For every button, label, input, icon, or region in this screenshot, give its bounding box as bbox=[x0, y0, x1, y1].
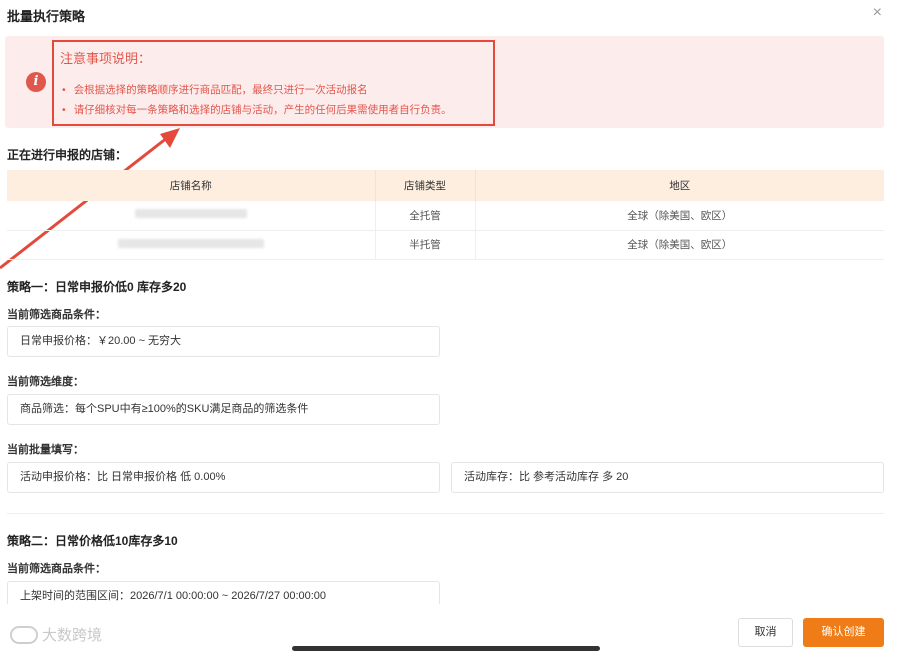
info-icon: i bbox=[26, 72, 46, 92]
shops-section-title: 正在进行申报的店铺： bbox=[7, 148, 128, 162]
redacted-shop-name bbox=[117, 238, 264, 248]
divider bbox=[7, 513, 884, 514]
strategy2-title: 策略二：日常价格低10库存多10 bbox=[7, 534, 178, 548]
close-icon[interactable]: × bbox=[873, 4, 882, 22]
shop-table: 店铺名称 店铺类型 地区 全托管 全球（除美国、欧区） 半托管 全球（除美国、欧… bbox=[7, 170, 884, 260]
notice-item: 请仔细核对每一条策略和选择的店铺与活动，产生的任何后果需使用者自行负责。 bbox=[62, 100, 452, 120]
strategy1-title: 策略一：日常申报价低0 库存多20 bbox=[7, 280, 187, 294]
batch-strategy-modal: 批量执行策略 × i 注意事项说明： 会根据选择的策略顺序进行商品匹配，最终只进… bbox=[0, 0, 900, 651]
strategy1-batch-label: 当前批量填写： bbox=[7, 444, 84, 456]
redacted-shop-name bbox=[134, 209, 247, 219]
notice-title: 注意事项说明： bbox=[60, 51, 152, 66]
table-row: 半托管 全球（除美国、欧区） bbox=[7, 230, 884, 260]
shop-name-cell bbox=[7, 201, 376, 231]
strategy1-condition-label: 当前筛选商品条件： bbox=[7, 309, 106, 321]
region-cell: 全球（除美国、欧区） bbox=[475, 201, 884, 231]
column-header-shop-type: 店铺类型 bbox=[375, 170, 476, 201]
table-row: 全托管 全球（除美国、欧区） bbox=[7, 201, 884, 231]
watermark-logo-icon bbox=[10, 625, 38, 644]
shop-type-cell: 全托管 bbox=[375, 201, 476, 231]
confirm-create-button[interactable]: 确认创建 bbox=[803, 618, 884, 647]
shop-type-cell: 半托管 bbox=[375, 230, 476, 260]
strategy1-condition-field: 日常申报价格：￥20.00 ~ 无穷大 bbox=[7, 326, 440, 357]
strategy1-batch-stock-field: 活动库存：比 参考活动库存 多 20 bbox=[451, 462, 884, 493]
shop-name-cell bbox=[7, 230, 376, 260]
strategy1-batch-price-field: 活动申报价格：比 日常申报价格 低 0.00% bbox=[7, 462, 440, 493]
notice-list: 会根据选择的策略顺序进行商品匹配，最终只进行一次活动报名 请仔细核对每一条策略和… bbox=[62, 80, 452, 120]
notice-item: 会根据选择的策略顺序进行商品匹配，最终只进行一次活动报名 bbox=[62, 80, 452, 100]
strategy1-dimension-field: 商品筛选：每个SPU中有≥100%的SKU满足商品的筛选条件 bbox=[7, 394, 440, 425]
strategy2-condition-label: 当前筛选商品条件： bbox=[7, 563, 106, 575]
column-header-region: 地区 bbox=[475, 170, 884, 201]
scroll-indicator bbox=[292, 646, 600, 651]
watermark: 大数跨境 bbox=[10, 624, 102, 645]
region-cell: 全球（除美国、欧区） bbox=[475, 230, 884, 260]
column-header-shop-name: 店铺名称 bbox=[7, 170, 376, 201]
strategy1-dimension-label: 当前筛选维度： bbox=[7, 376, 84, 388]
watermark-text: 大数跨境 bbox=[42, 627, 103, 644]
cancel-button[interactable]: 取消 bbox=[738, 618, 793, 647]
modal-title: 批量执行策略 bbox=[7, 9, 86, 24]
